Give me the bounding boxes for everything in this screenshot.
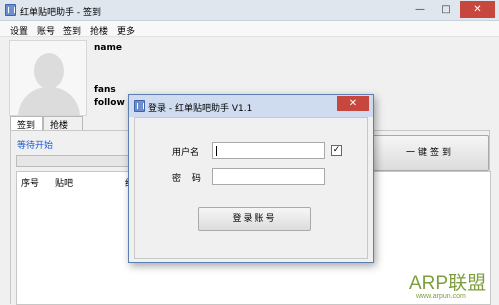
username-input[interactable] (212, 142, 325, 159)
menu-settings[interactable]: 设置 (10, 24, 28, 37)
main-titlebar: 红单贴吧助手 - 签到 — □ ✕ (0, 0, 499, 21)
app-icon (5, 4, 16, 16)
tab-sign[interactable]: 签到 (10, 116, 43, 131)
login-dialog: 登录 - 红单贴吧助手 V1.1 ✕ 用户名 ✓ 密 码 登录账号 (128, 94, 374, 263)
menu-more[interactable]: 更多 (117, 24, 135, 37)
avatar (9, 40, 87, 116)
one-click-sign-button[interactable]: 一键签到 (371, 135, 489, 171)
avatar-body-icon (18, 87, 80, 115)
column-header-index[interactable]: 序号 (21, 176, 39, 189)
close-button[interactable]: ✕ (460, 1, 495, 18)
window-title: 红单贴吧助手 - 签到 (20, 8, 101, 18)
dialog-titlebar: 登录 - 红单贴吧助手 V1.1 ✕ (129, 95, 373, 117)
tab-grab-floor[interactable]: 抢楼 (43, 116, 83, 131)
column-header-forum[interactable]: 贴吧 (55, 176, 73, 189)
watermark-brand: ARP联盟 (409, 273, 487, 294)
profile-follow: follow (94, 98, 125, 108)
dialog-title: 登录 - 红单贴吧助手 V1.1 (148, 104, 253, 114)
username-label: 用户名 (172, 148, 200, 158)
avatar-head-icon (34, 53, 64, 89)
dialog-app-icon (134, 100, 145, 112)
maximize-button[interactable]: □ (433, 1, 459, 18)
login-account-button[interactable]: 登录账号 (198, 207, 311, 231)
dialog-close-button[interactable]: ✕ (337, 96, 369, 111)
watermark-url: www.arpun.com (416, 293, 466, 300)
password-input[interactable] (212, 168, 325, 185)
profile-fans: fans (94, 85, 116, 95)
menu-account[interactable]: 账号 (37, 24, 55, 37)
minimize-button[interactable]: — (407, 1, 433, 18)
menu-grab-floor[interactable]: 抢楼 (90, 24, 108, 37)
remember-checkbox[interactable]: ✓ (331, 145, 342, 156)
password-label: 密 码 (172, 174, 205, 184)
profile-name: name (94, 43, 122, 53)
status-link[interactable]: 等待开始 (17, 138, 53, 151)
dialog-body: 用户名 ✓ 密 码 登录账号 (134, 117, 368, 259)
menubar: 设置 账号 签到 抢楼 更多 (0, 21, 499, 37)
menu-sign[interactable]: 签到 (63, 24, 81, 37)
text-caret (216, 146, 217, 156)
